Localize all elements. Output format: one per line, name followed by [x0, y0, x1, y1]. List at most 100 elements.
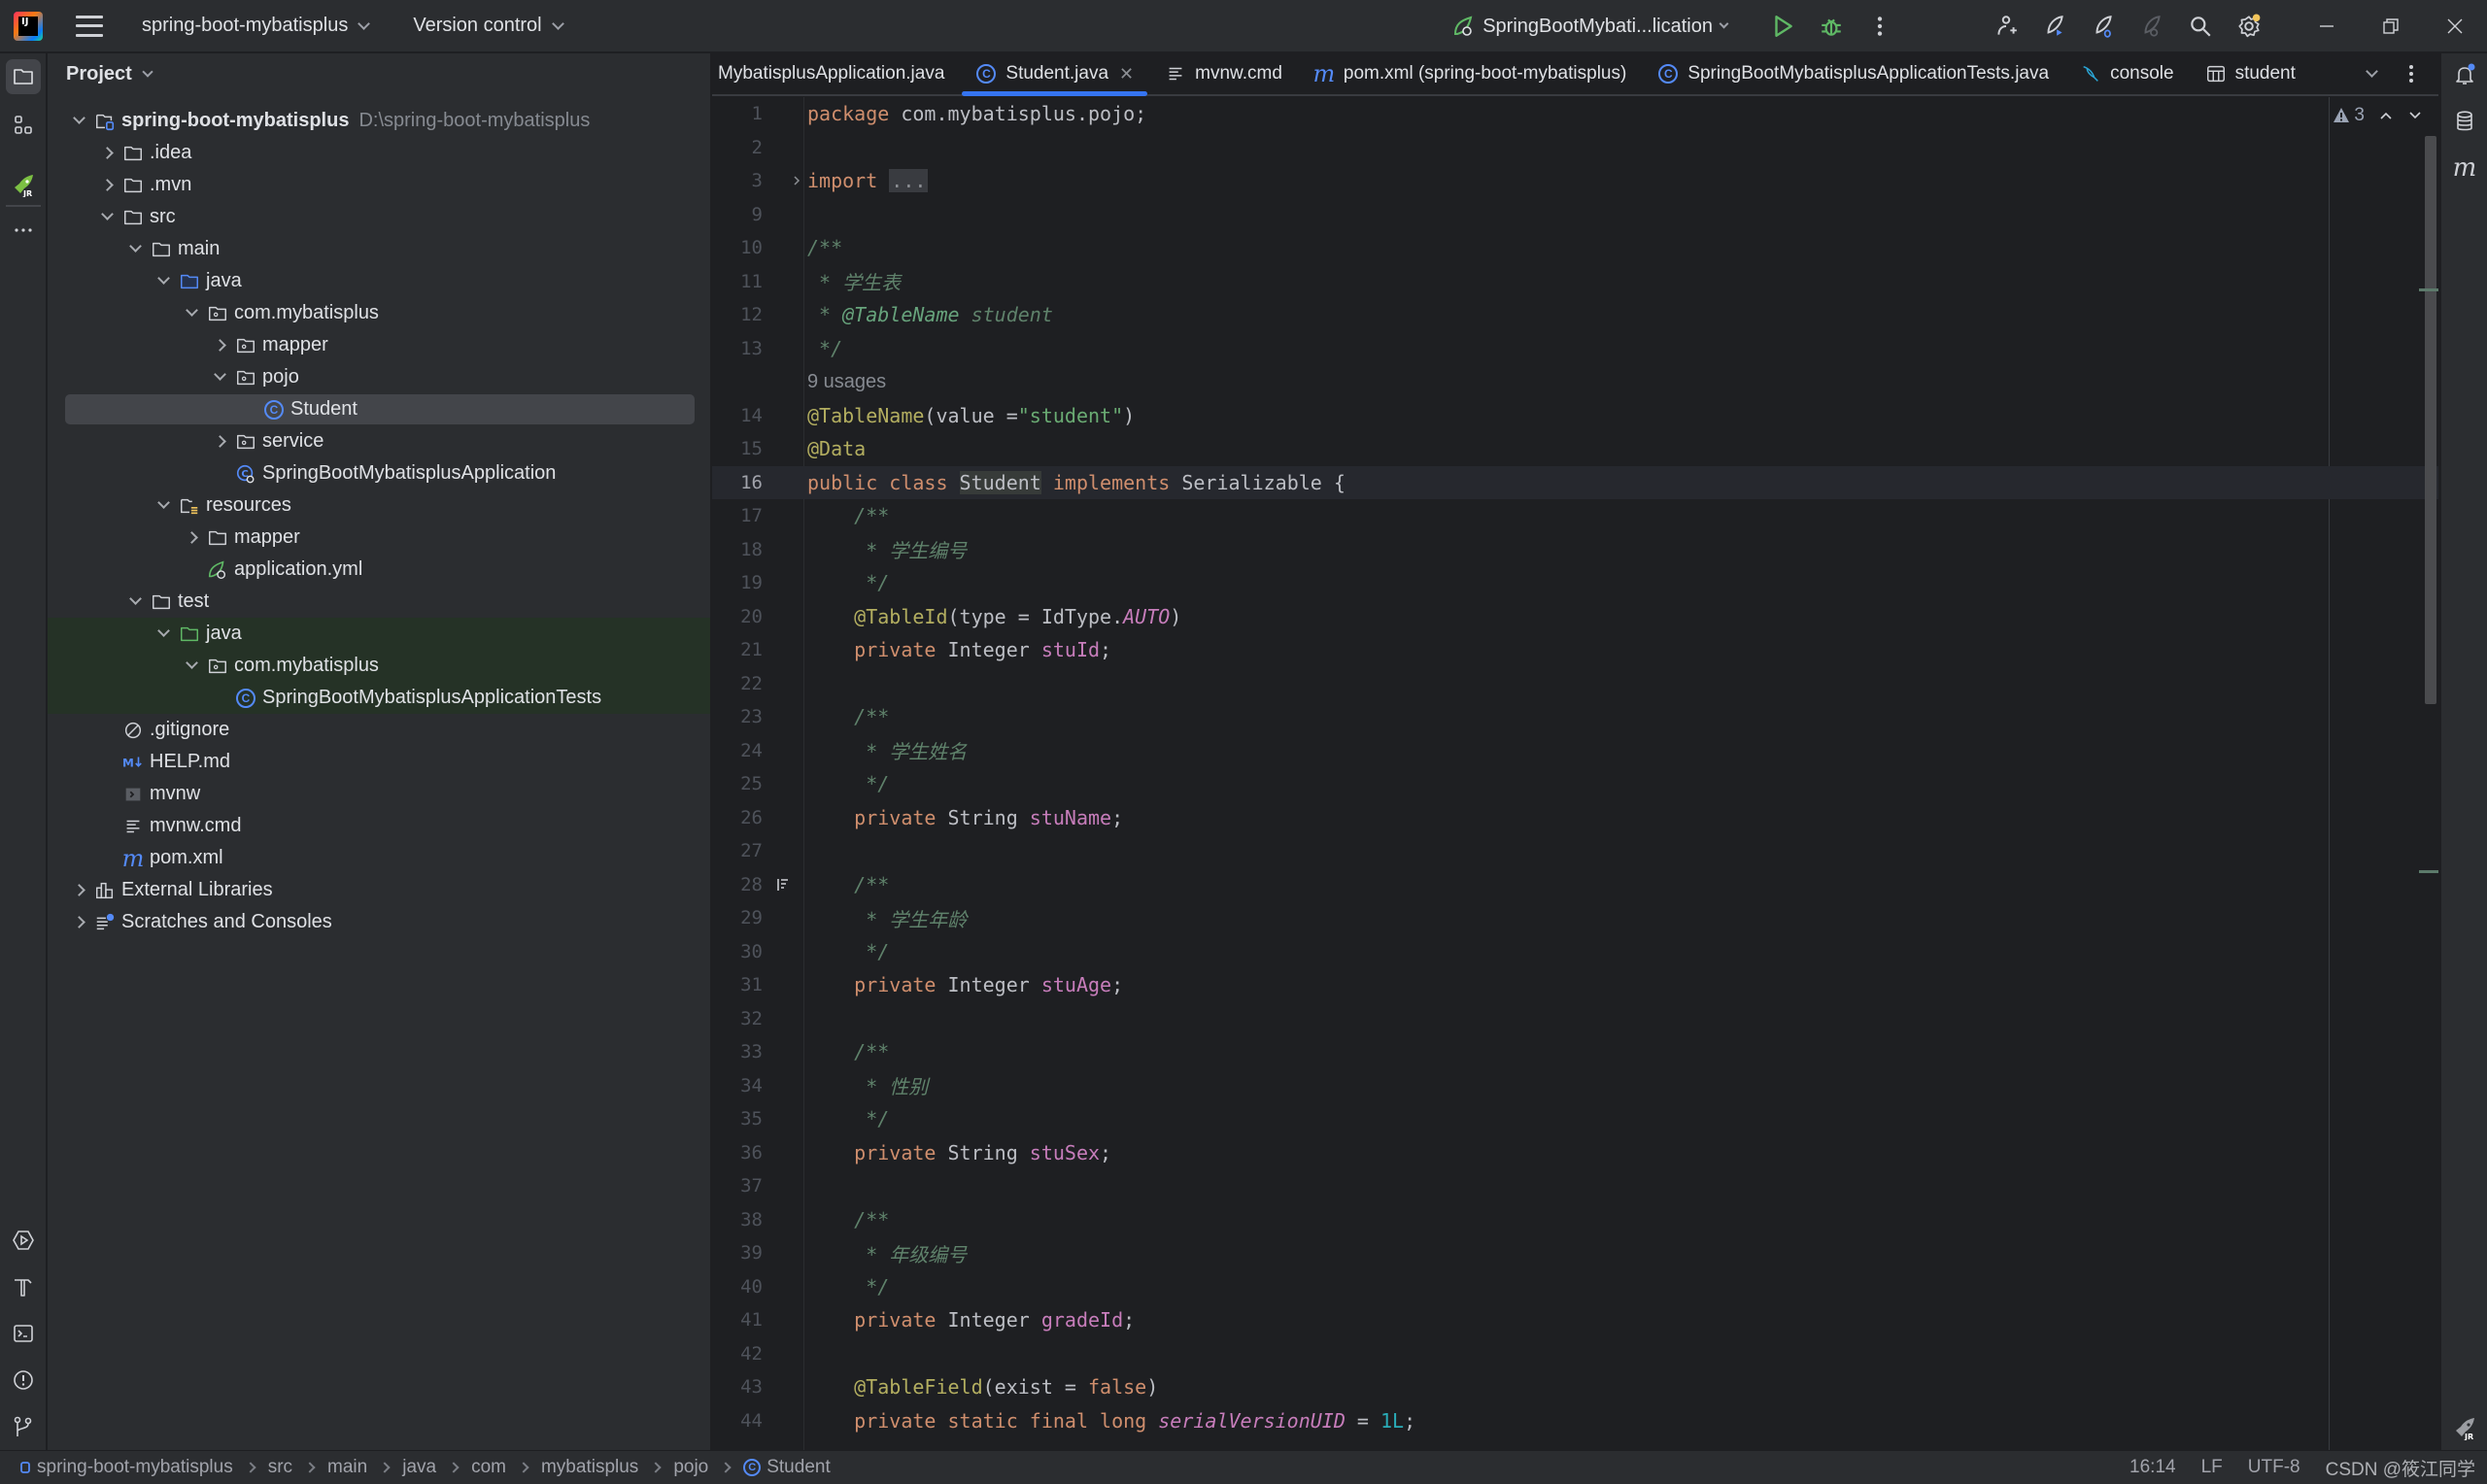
search-everywhere-button[interactable] — [2176, 0, 2225, 52]
collapse-chevron-icon[interactable] — [97, 147, 117, 159]
code-line[interactable]: 35 */ — [712, 1102, 2438, 1136]
editor-tab[interactable]: student — [2190, 53, 2311, 94]
project-tool-button[interactable] — [6, 59, 41, 94]
code-line[interactable]: 19 */ — [712, 566, 2438, 600]
notifications-button[interactable] — [2449, 59, 2480, 90]
code-line[interactable]: 26 private String stuName; — [712, 801, 2438, 835]
inspections-widget[interactable]: 3 — [2333, 105, 2423, 126]
expand-chevron-icon[interactable] — [182, 304, 201, 317]
intellij-logo-icon[interactable]: IJ — [14, 11, 43, 41]
usages-hint-line[interactable]: 9 usages — [712, 365, 2438, 399]
breadcrumb-item[interactable]: com — [471, 1457, 506, 1478]
scrollbar-marker[interactable] — [2419, 288, 2438, 291]
code-line[interactable]: 2 — [712, 131, 2438, 165]
code-line[interactable]: 40 */ — [712, 1270, 2438, 1304]
editor-tab[interactable]: C Student.java ✕ — [960, 53, 1149, 96]
tree-item[interactable]: test — [48, 586, 710, 618]
tree-item[interactable]: .gitignore — [48, 714, 710, 746]
code-line[interactable]: 17 /** — [712, 499, 2438, 533]
code-line[interactable]: 20 @TableId(type = IdType.AUTO) — [712, 600, 2438, 634]
tree-item[interactable]: mapper — [48, 522, 710, 554]
tree-item[interactable]: m pom.xml — [48, 842, 710, 874]
version-control-dropdown[interactable]: Version control — [413, 15, 564, 37]
tree-item[interactable]: M HELP.md — [48, 746, 710, 778]
more-tool-windows-button[interactable] — [6, 213, 41, 248]
collapse-chevron-icon[interactable] — [69, 916, 88, 928]
close-window-button[interactable] — [2423, 0, 2487, 52]
tree-item[interactable]: application.yml — [48, 554, 710, 586]
tree-item[interactable]: C SpringBootMybatisplusApplicationTests — [48, 682, 710, 714]
run-button[interactable] — [1758, 0, 1807, 52]
collapse-chevron-icon[interactable] — [210, 435, 229, 448]
breadcrumb-item[interactable]: main — [327, 1457, 367, 1478]
code-line[interactable]: 38 /** — [712, 1203, 2438, 1237]
code-line[interactable]: 25 */ — [712, 767, 2438, 801]
expand-chevron-icon[interactable] — [210, 368, 229, 381]
show-hidden-tabs-chevron-icon[interactable] — [2366, 65, 2378, 78]
code-line[interactable]: 30 */ — [712, 935, 2438, 969]
run-configuration-selector[interactable]: SpringBootMybati...lication — [1451, 15, 1729, 38]
close-tab-icon[interactable]: ✕ — [1119, 64, 1134, 84]
code-line[interactable]: 34 * 性别 — [712, 1069, 2438, 1103]
tree-item[interactable]: service — [48, 425, 710, 457]
project-switcher[interactable]: spring-boot-mybatisplus — [142, 15, 371, 37]
jrebel-run-button[interactable] — [2030, 0, 2079, 52]
collapse-chevron-icon[interactable] — [97, 179, 117, 191]
code-line[interactable]: 31 private Integer stuAge; — [712, 968, 2438, 1002]
previous-highlight-icon[interactable] — [2378, 108, 2394, 123]
code-line[interactable]: 3 import ... — [712, 164, 2438, 198]
tree-item[interactable]: java — [48, 618, 710, 650]
collapse-chevron-icon[interactable] — [69, 884, 88, 896]
maven-tool-button[interactable]: m — [2449, 152, 2480, 184]
tree-item[interactable]: pojo — [48, 361, 710, 393]
code-line[interactable]: 41 private Integer gradeId; — [712, 1303, 2438, 1337]
code-line[interactable]: 18 * 学生编号 — [712, 533, 2438, 567]
code-line[interactable]: 22 — [712, 667, 2438, 701]
jrebel-debug-button[interactable] — [2079, 0, 2128, 52]
code-with-me-button[interactable] — [1982, 0, 2030, 52]
problems-tool-button[interactable] — [6, 1363, 41, 1398]
code-line[interactable]: 32 — [712, 1002, 2438, 1036]
editor-tab[interactable]: console — [2064, 53, 2190, 94]
expand-chevron-icon[interactable] — [69, 112, 88, 124]
code-line[interactable]: 28 /** — [712, 868, 2438, 902]
restore-button[interactable] — [2359, 0, 2423, 52]
code-line[interactable]: 21 private Integer stuId; — [712, 633, 2438, 667]
caret-position[interactable]: 16:14 — [2129, 1457, 2176, 1478]
structure-tool-button[interactable] — [6, 108, 41, 143]
breadcrumb-item[interactable]: java — [402, 1457, 436, 1478]
collapse-chevron-icon[interactable] — [210, 339, 229, 352]
code-line[interactable]: 39 * 年级编号 — [712, 1236, 2438, 1270]
code-line[interactable]: 16 public class Student implements Serial… — [712, 465, 2438, 499]
minimize-button[interactable] — [2295, 0, 2359, 52]
code-line[interactable]: 27 — [712, 834, 2438, 868]
breadcrumb-item[interactable]: pojo — [673, 1457, 708, 1478]
code-line[interactable]: 1 package com.mybatisplus.pojo; — [712, 97, 2438, 131]
jrebel-disabled-button[interactable] — [2128, 0, 2176, 52]
tree-item[interactable]: mvnw — [48, 778, 710, 810]
tree-item[interactable]: Scratches and Consoles — [48, 906, 710, 938]
tree-item[interactable]: .mvn — [48, 169, 710, 201]
code-line[interactable]: 33 /** — [712, 1035, 2438, 1069]
vertical-scrollbar[interactable] — [2425, 136, 2436, 704]
expand-chevron-icon[interactable] — [153, 624, 173, 637]
code-line[interactable]: 11 * 学生表 — [712, 265, 2438, 299]
breadcrumb-item[interactable]: mybatisplus — [541, 1457, 638, 1478]
database-tool-button[interactable] — [2449, 106, 2480, 137]
tree-item[interactable]: java — [48, 265, 710, 297]
settings-button[interactable] — [2225, 0, 2273, 52]
tree-item[interactable]: .idea — [48, 137, 710, 169]
tree-item[interactable]: mvnw.cmd — [48, 810, 710, 842]
services-tool-button[interactable] — [6, 1223, 41, 1258]
build-tool-button[interactable] — [6, 1269, 41, 1304]
code-line[interactable]: 12 * @TableName student — [712, 298, 2438, 332]
terminal-tool-button[interactable] — [6, 1316, 41, 1351]
expand-chevron-icon[interactable] — [97, 208, 117, 220]
code-line[interactable]: 44 private static final long serialVersi… — [712, 1404, 2438, 1438]
doc-comment-render-icon[interactable] — [763, 877, 803, 893]
code-line[interactable]: 14 @TableName(value ="student") — [712, 399, 2438, 433]
expand-chevron-icon[interactable] — [125, 240, 145, 253]
code-line[interactable]: 13 */ — [712, 332, 2438, 366]
code-token[interactable]: ... — [889, 169, 929, 193]
file-encoding[interactable]: UTF-8 — [2248, 1457, 2300, 1478]
